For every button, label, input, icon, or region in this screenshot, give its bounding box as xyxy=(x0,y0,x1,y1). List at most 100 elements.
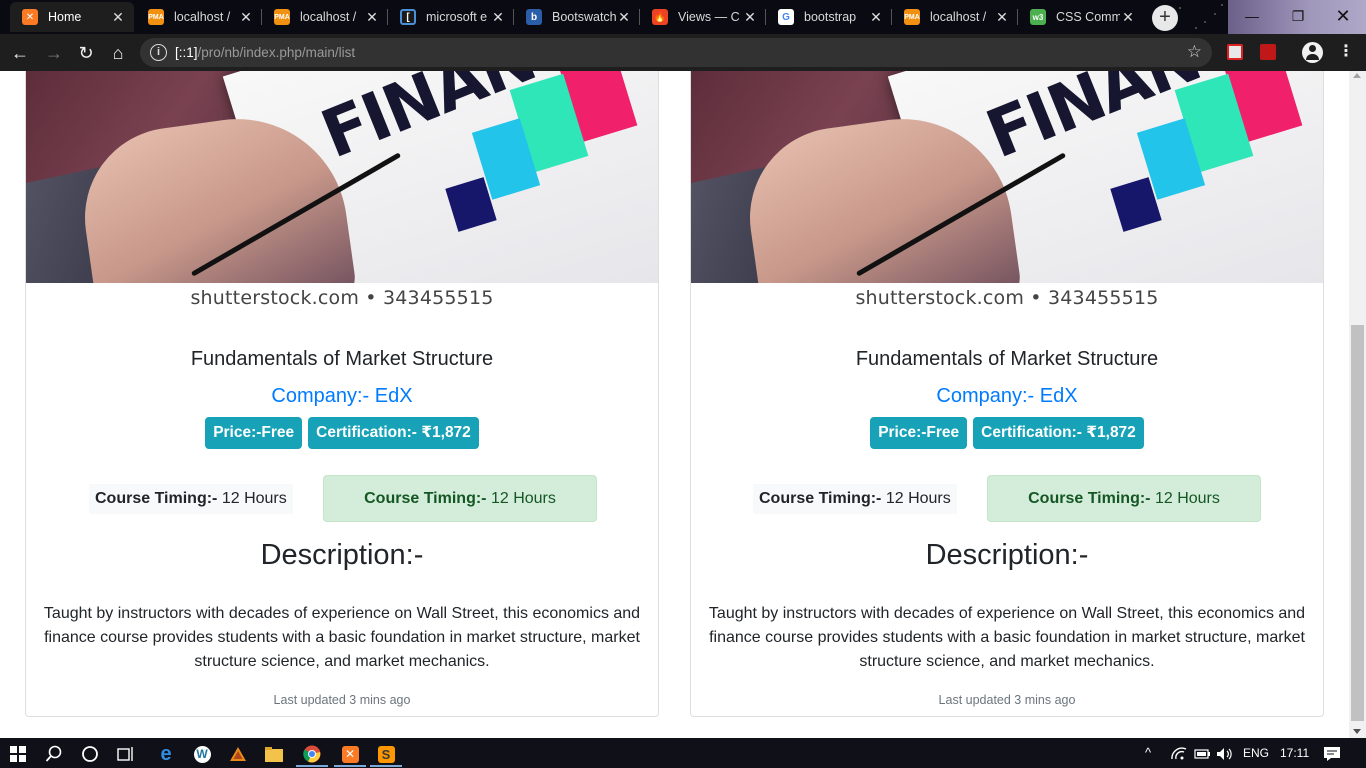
course-company: Company:- EdX xyxy=(271,385,413,407)
wordpress-icon[interactable]: W xyxy=(184,741,220,767)
clock-time[interactable]: 17:11 xyxy=(1280,738,1309,768)
tab-bootstrap-search[interactable]: G bootstrap ✕ xyxy=(766,2,892,32)
tab-title: microsoft e xyxy=(426,10,488,24)
close-tab-icon[interactable]: ✕ xyxy=(364,9,380,26)
back-button[interactable]: ← xyxy=(6,39,34,67)
certification-badge: Certification:- ₹1,872 xyxy=(308,417,479,449)
bookmark-star-icon[interactable]: ☆ xyxy=(1187,42,1202,62)
new-tab-button[interactable]: + xyxy=(1152,5,1178,31)
course-timing-alert: Course Timing:- 12 Hours xyxy=(323,475,597,522)
course-card: FINANCE shutterstock.com • 343455515 Fun… xyxy=(25,71,659,717)
description-text: Taught by instructors with decades of ex… xyxy=(43,605,641,670)
tab-title: Views — C xyxy=(678,10,740,24)
wifi-icon[interactable] xyxy=(1170,738,1188,768)
page-scrollbar[interactable] xyxy=(1349,71,1366,738)
last-updated: Last updated 3 mins ago xyxy=(273,693,411,707)
minimize-button[interactable]: — xyxy=(1229,0,1275,32)
close-tab-icon[interactable]: ✕ xyxy=(1120,9,1136,26)
phpmyadmin-icon: PMA xyxy=(904,9,920,25)
tab-bootswatch[interactable]: b Bootswatch ✕ xyxy=(514,2,640,32)
volume-icon[interactable] xyxy=(1216,738,1234,768)
course-image: FINANCE xyxy=(26,71,658,283)
close-tab-icon[interactable]: ✕ xyxy=(490,9,506,26)
timing-value: 12 Hours xyxy=(881,490,951,507)
scroll-down-arrow-icon[interactable] xyxy=(1353,729,1361,734)
task-view-icon[interactable] xyxy=(108,741,144,767)
tab-title: Bootswatch xyxy=(552,10,616,24)
course-title: Fundamentals of Market Structure xyxy=(855,348,1159,370)
tab-views[interactable]: 🔥 Views — C ✕ xyxy=(640,2,766,32)
bootswatch-icon: b xyxy=(526,9,542,25)
course-timing: Course Timing:- 12 Hours xyxy=(89,484,293,514)
maximize-button[interactable]: ❐ xyxy=(1275,0,1321,32)
input-language[interactable]: ENG xyxy=(1243,738,1269,768)
address-bar[interactable]: i [::1]/pro/nb/index.php/main/list ☆ xyxy=(140,38,1212,67)
tab-localhost-3[interactable]: PMA localhost / ✕ xyxy=(892,2,1018,32)
forward-button[interactable]: → xyxy=(40,39,68,67)
tab-title: localhost / xyxy=(930,10,987,24)
tab-microsoft[interactable]: [ microsoft e ✕ xyxy=(388,2,514,32)
home-button[interactable]: ⌂ xyxy=(104,39,132,67)
sublime-text-icon[interactable]: S xyxy=(368,741,404,767)
close-tab-icon[interactable]: ✕ xyxy=(238,9,254,26)
certification-badge: Certification:- ₹1,872 xyxy=(973,417,1144,449)
google-icon: G xyxy=(778,9,794,25)
timing-value: 12 Hours xyxy=(1150,490,1220,507)
browser-toolbar: ← → ↻ ⌂ i [::1]/pro/nb/index.php/main/li… xyxy=(0,34,1366,71)
app-triangle-icon[interactable] xyxy=(220,741,256,767)
chrome-icon[interactable] xyxy=(294,741,330,767)
tab-title: CSS Comm xyxy=(1056,10,1120,24)
xampp-icon[interactable]: ✕ xyxy=(332,741,368,767)
action-center-icon[interactable] xyxy=(1323,738,1341,768)
course-timing-alert: Course Timing:- 12 Hours xyxy=(987,475,1261,522)
file-explorer-icon[interactable] xyxy=(256,741,292,767)
price-badge: Price:-Free xyxy=(870,417,968,449)
timing-label: Course Timing:- xyxy=(759,490,882,507)
course-timing: Course Timing:- 12 Hours xyxy=(753,484,957,514)
phpmyadmin-icon: PMA xyxy=(274,9,290,25)
timing-value: 12 Hours xyxy=(486,490,556,507)
url-text[interactable]: [::1]/pro/nb/index.php/main/list xyxy=(175,45,355,60)
tab-localhost-2[interactable]: PMA localhost / ✕ xyxy=(262,2,388,32)
chrome-menu-icon[interactable]: ⋮ xyxy=(1336,42,1356,64)
course-image: FINANCE xyxy=(691,71,1323,283)
windows-start-icon[interactable] xyxy=(0,741,36,767)
timing-value: 12 Hours xyxy=(217,490,287,507)
course-title: Fundamentals of Market Structure xyxy=(190,348,494,370)
scrollbar-thumb[interactable] xyxy=(1351,325,1364,721)
close-tab-icon[interactable]: ✕ xyxy=(616,9,632,26)
image-watermark: shutterstock.com • 343455515 xyxy=(190,287,494,309)
description-heading: Description:- xyxy=(260,539,424,571)
close-tab-icon[interactable]: ✕ xyxy=(868,9,884,26)
edge-icon[interactable]: e xyxy=(148,741,184,767)
xampp-icon: ✕ xyxy=(22,9,38,25)
tab-title: localhost / xyxy=(300,10,357,24)
site-info-icon[interactable]: i xyxy=(150,44,167,61)
tab-home[interactable]: ✕ Home ✕ xyxy=(10,2,134,32)
url-host: [::1] xyxy=(175,45,198,60)
description-heading: Description:- xyxy=(925,539,1089,571)
extension-red-icon[interactable] xyxy=(1260,44,1276,60)
extension-pocket-icon[interactable] xyxy=(1227,44,1243,60)
last-updated: Last updated 3 mins ago xyxy=(938,693,1076,707)
codeigniter-icon: 🔥 xyxy=(652,9,668,25)
url-path: /pro/nb/index.php/main/list xyxy=(197,45,356,60)
close-tab-icon[interactable]: ✕ xyxy=(742,9,758,26)
profile-avatar-icon[interactable] xyxy=(1302,42,1323,63)
battery-icon[interactable] xyxy=(1194,738,1212,768)
show-hidden-icons-chevron-icon[interactable]: ^ xyxy=(1145,738,1151,768)
phpmyadmin-icon: PMA xyxy=(148,9,164,25)
reload-button[interactable]: ↻ xyxy=(72,39,100,67)
browser-tab-strip: ✕ Home ✕ PMA localhost / ✕ PMA localhost… xyxy=(0,0,1366,34)
scroll-up-arrow-icon[interactable] xyxy=(1353,73,1361,78)
badge-row: Price:-Free Certification:- ₹1,872 xyxy=(26,417,658,449)
close-tab-icon[interactable]: ✕ xyxy=(110,9,126,26)
close-tab-icon[interactable]: ✕ xyxy=(994,9,1010,26)
tab-css-comments[interactable]: w3 CSS Comm ✕ xyxy=(1018,2,1144,32)
tab-title: localhost / xyxy=(174,10,231,24)
cortana-icon[interactable] xyxy=(72,741,108,767)
close-window-button[interactable]: ✕ xyxy=(1320,0,1366,32)
badge-row: Price:-Free Certification:- ₹1,872 xyxy=(691,417,1323,449)
tab-localhost-1[interactable]: PMA localhost / ✕ xyxy=(136,2,262,32)
search-icon[interactable] xyxy=(36,741,72,767)
